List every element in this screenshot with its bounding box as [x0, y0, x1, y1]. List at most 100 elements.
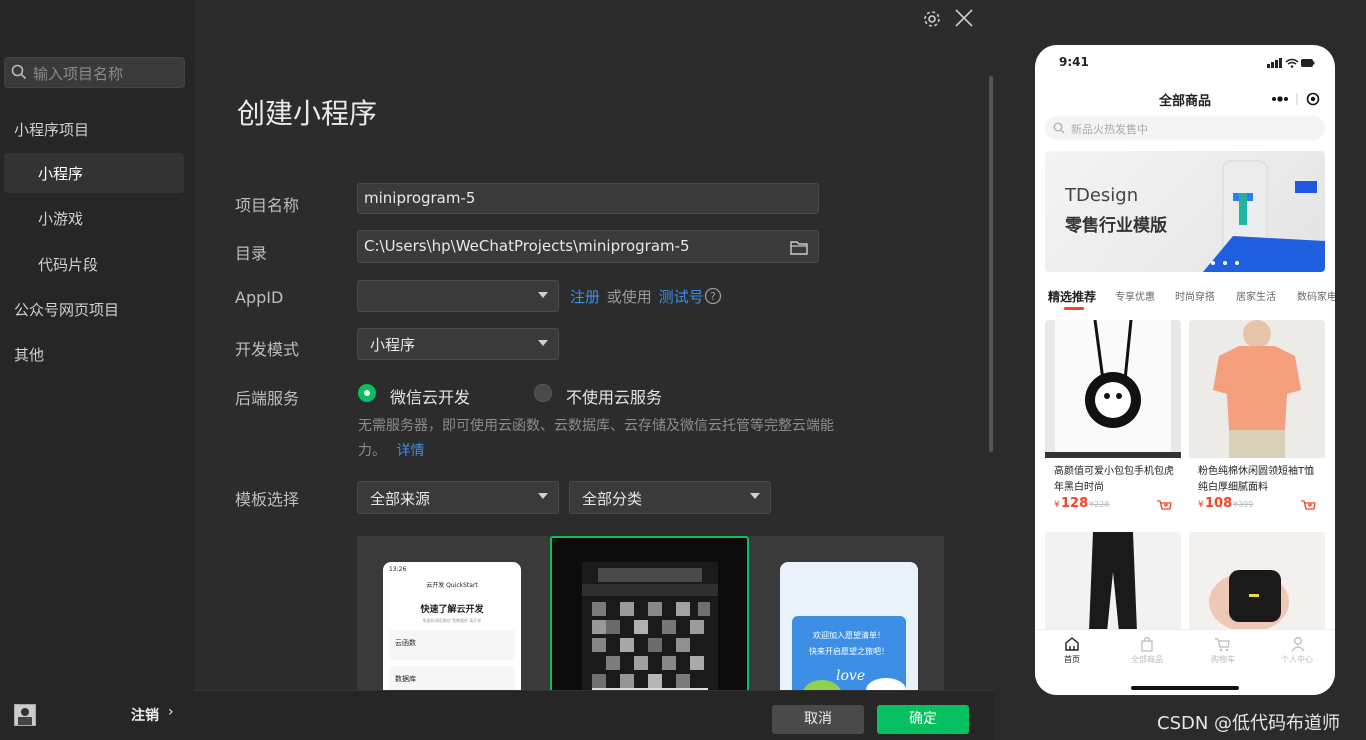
product-card[interactable]: 粉色纯棉休闲圆领短袖T恤纯白厚细腻面料 ¥ 108 ¥399	[1189, 320, 1325, 524]
template-card-quickstart[interactable]: 13:26 云开发 QuickStart 快速了解云开发 免鉴权调用微信 免数据…	[357, 536, 547, 696]
product-price: 128	[1061, 496, 1089, 511]
dev-mode-value: 小程序	[370, 336, 416, 354]
product-card[interactable]	[1189, 532, 1325, 632]
svg-text:?: ?	[710, 290, 716, 303]
backend-service-label: 后端服务	[235, 389, 300, 408]
template-category-select[interactable]: 全部分类	[569, 481, 771, 514]
tabbar-cart[interactable]: 购物车	[1211, 654, 1235, 665]
preview-banner[interactable]: TDesign 零售行业模版	[1045, 151, 1325, 272]
preview-tabbar: 首页 全部商品 购物车 个人中心	[1035, 629, 1335, 695]
tabbar-profile[interactable]: 个人中心	[1281, 654, 1313, 665]
template-gallery: 13:26 云开发 QuickStart 快速了解云开发 免鉴权调用微信 免数据…	[357, 536, 944, 696]
caret-down-icon	[538, 292, 548, 298]
product-original-price: ¥228	[1089, 500, 1110, 509]
bottom-bar	[194, 690, 994, 740]
radio-cloud-dev[interactable]	[358, 384, 376, 402]
sidebar-active-highlight	[4, 153, 184, 193]
home-indicator	[1131, 686, 1239, 690]
radio-no-cloud[interactable]	[534, 384, 552, 402]
banner-line2: 零售行业模版	[1065, 216, 1167, 236]
test-account-link[interactable]: 测试号	[659, 288, 704, 306]
project-name-field[interactable]: miniprogram-5	[357, 183, 819, 214]
tmpl1-item-cloud-functions: 云函数	[395, 639, 416, 647]
project-name-label: 项目名称	[235, 196, 300, 215]
tab-exclusive[interactable]: 专享优惠	[1115, 288, 1155, 303]
product-image-bag	[1045, 320, 1181, 458]
dev-mode-label: 开发模式	[235, 340, 300, 359]
sidebar-item-minigame[interactable]: 小游戏	[38, 208, 83, 229]
caret-down-icon	[538, 493, 548, 499]
product-image-tshirt	[1189, 320, 1325, 458]
preview-tabs: 精选推荐 专享优惠 时尚穿搭 居家生活 数码家电	[1035, 288, 1335, 312]
close-icon[interactable]	[953, 7, 975, 29]
product-card[interactable]	[1045, 532, 1181, 632]
tab-featured[interactable]: 精选推荐	[1048, 288, 1096, 305]
home-icon[interactable]	[1064, 636, 1080, 652]
capsule-menu-icon[interactable]	[1271, 92, 1325, 106]
register-link[interactable]: 注册	[570, 288, 600, 306]
banner-logo-graphic	[1203, 160, 1325, 272]
scrollbar[interactable]	[989, 76, 993, 452]
project-search[interactable]: 输入项目名称	[4, 57, 185, 88]
add-to-cart-icon[interactable]	[1300, 499, 1316, 513]
product-title: 高颜值可爱小包包手机包虎年黑白时尚	[1054, 466, 1174, 493]
tmpl1-header: 云开发 QuickStart	[426, 582, 478, 589]
template-card-wishlist[interactable]: 欢迎加入愿望清单！ 快来开启愿望之旅吧！ love	[754, 536, 944, 696]
tab-digital[interactable]: 数码家电	[1297, 288, 1335, 303]
template-source-value: 全部来源	[370, 490, 431, 508]
bag-icon[interactable]	[1139, 636, 1155, 652]
sidebar-footer: 注销 ›	[0, 695, 194, 740]
confirm-button[interactable]: 确定	[877, 705, 969, 734]
chevron-right-icon: ›	[168, 704, 174, 720]
template-source-select[interactable]: 全部来源	[357, 481, 559, 514]
tabbar-home[interactable]: 首页	[1064, 654, 1080, 665]
preview-search-placeholder: 新品火热发售中	[1071, 123, 1148, 136]
sidebar-item-miniprogram-project[interactable]: 小程序项目	[14, 119, 89, 140]
directory-field[interactable]: C:\Users\hp\WeChatProjects\miniprogram-5	[357, 230, 819, 263]
radio-cloud-dev-label[interactable]: 微信云开发	[390, 384, 470, 408]
tmpl1-heading: 快速了解云开发	[420, 605, 484, 615]
product-card[interactable]: 高颜值可爱小包包手机包虎年黑白时尚 ¥ 128 ¥228	[1045, 320, 1181, 524]
help-icon[interactable]: ?	[704, 287, 722, 305]
project-name-value: miniprogram-5	[364, 189, 476, 207]
sidebar-item-other[interactable]: 其他	[14, 344, 44, 365]
tab-fashion[interactable]: 时尚穿搭	[1175, 288, 1215, 303]
product-image-pants	[1045, 532, 1181, 632]
user-avatar-icon	[15, 705, 35, 725]
folder-icon[interactable]	[790, 240, 808, 255]
preview-search[interactable]: 新品火热发售中	[1045, 116, 1325, 140]
tmpl3-banner-line1: 欢迎加入愿望清单！	[813, 631, 885, 640]
sidebar-item-miniprogram[interactable]: 小程序	[38, 163, 83, 184]
pixelated-qr-image	[582, 562, 718, 696]
logout-button[interactable]: 注销	[131, 705, 159, 725]
active-tab-indicator	[1064, 307, 1084, 310]
status-time: 9:41	[1059, 55, 1089, 69]
cancel-button[interactable]: 取消	[772, 705, 864, 734]
appid-select[interactable]	[357, 280, 559, 312]
tabbar-all-products[interactable]: 全部商品	[1131, 654, 1163, 665]
avatar[interactable]	[14, 704, 36, 726]
tab-home[interactable]: 居家生活	[1236, 288, 1276, 303]
backend-description: 无需服务器，即可使用云函数、云数据库、云存储及微信云托管等完整云端能力。 详情	[358, 414, 838, 464]
cart-icon[interactable]	[1214, 636, 1230, 652]
search-icon	[11, 64, 27, 80]
add-to-cart-icon[interactable]	[1156, 499, 1172, 513]
template-card-selected[interactable]	[550, 536, 749, 696]
user-icon[interactable]	[1290, 636, 1306, 652]
caret-down-icon	[538, 340, 548, 346]
details-link[interactable]: 详情	[396, 443, 424, 459]
product-title: 粉色纯棉休闲圆领短袖T恤纯白厚细腻面料	[1198, 466, 1315, 493]
tmpl3-script: love	[836, 668, 866, 684]
search-input[interactable]: 输入项目名称	[33, 63, 123, 84]
tmpl1-time: 13:26	[389, 566, 407, 573]
status-bar-icons	[1267, 58, 1315, 68]
sidebar-item-official-account-web[interactable]: 公众号网页项目	[14, 299, 119, 320]
tmpl3-banner-line2: 快来开启愿望之旅吧！	[809, 647, 889, 656]
caret-down-icon	[750, 493, 760, 499]
template-label: 模板选择	[235, 490, 300, 509]
radio-no-cloud-label[interactable]: 不使用云服务	[566, 384, 662, 408]
settings-gear-icon[interactable]	[922, 9, 942, 29]
directory-label: 目录	[235, 244, 268, 263]
sidebar-item-code-snippet[interactable]: 代码片段	[38, 254, 98, 275]
dev-mode-select[interactable]: 小程序	[357, 328, 559, 360]
